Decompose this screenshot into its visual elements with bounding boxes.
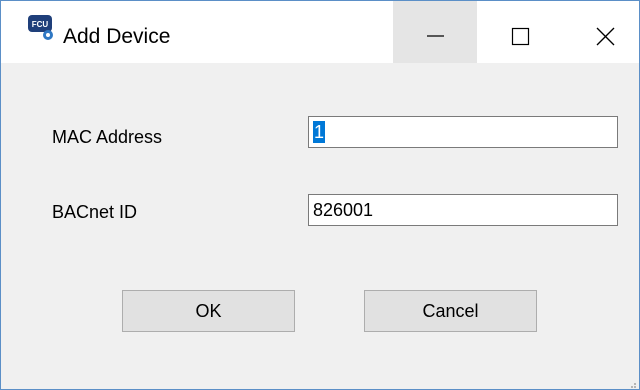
resize-grip-icon[interactable]	[628, 378, 636, 388]
ok-button[interactable]: OK	[122, 290, 295, 332]
bacnet-id-input[interactable]: 826001	[308, 194, 618, 226]
title-bar[interactable]: FCU Add Device	[1, 1, 639, 63]
close-icon	[596, 27, 615, 46]
minimize-button[interactable]	[393, 1, 477, 63]
mac-address-input[interactable]: 1	[308, 116, 618, 148]
minimize-icon	[427, 35, 444, 37]
fcu-device-icon: FCU	[27, 14, 57, 42]
mac-address-value: 1	[313, 121, 326, 143]
mac-address-label: MAC Address	[52, 127, 163, 147]
cancel-button[interactable]: Cancel	[364, 290, 537, 332]
bacnet-id-value: 826001	[313, 200, 374, 220]
add-device-dialog: FCU Add Device MAC Address 1 BACnet ID 8…	[0, 0, 640, 390]
close-button[interactable]	[561, 1, 639, 63]
bacnet-id-label: BACnet ID	[52, 202, 138, 222]
maximize-button[interactable]	[477, 1, 561, 63]
window-title: Add Device	[63, 25, 171, 48]
app-icon-text: FCU	[32, 20, 49, 29]
maximize-icon	[511, 27, 530, 46]
